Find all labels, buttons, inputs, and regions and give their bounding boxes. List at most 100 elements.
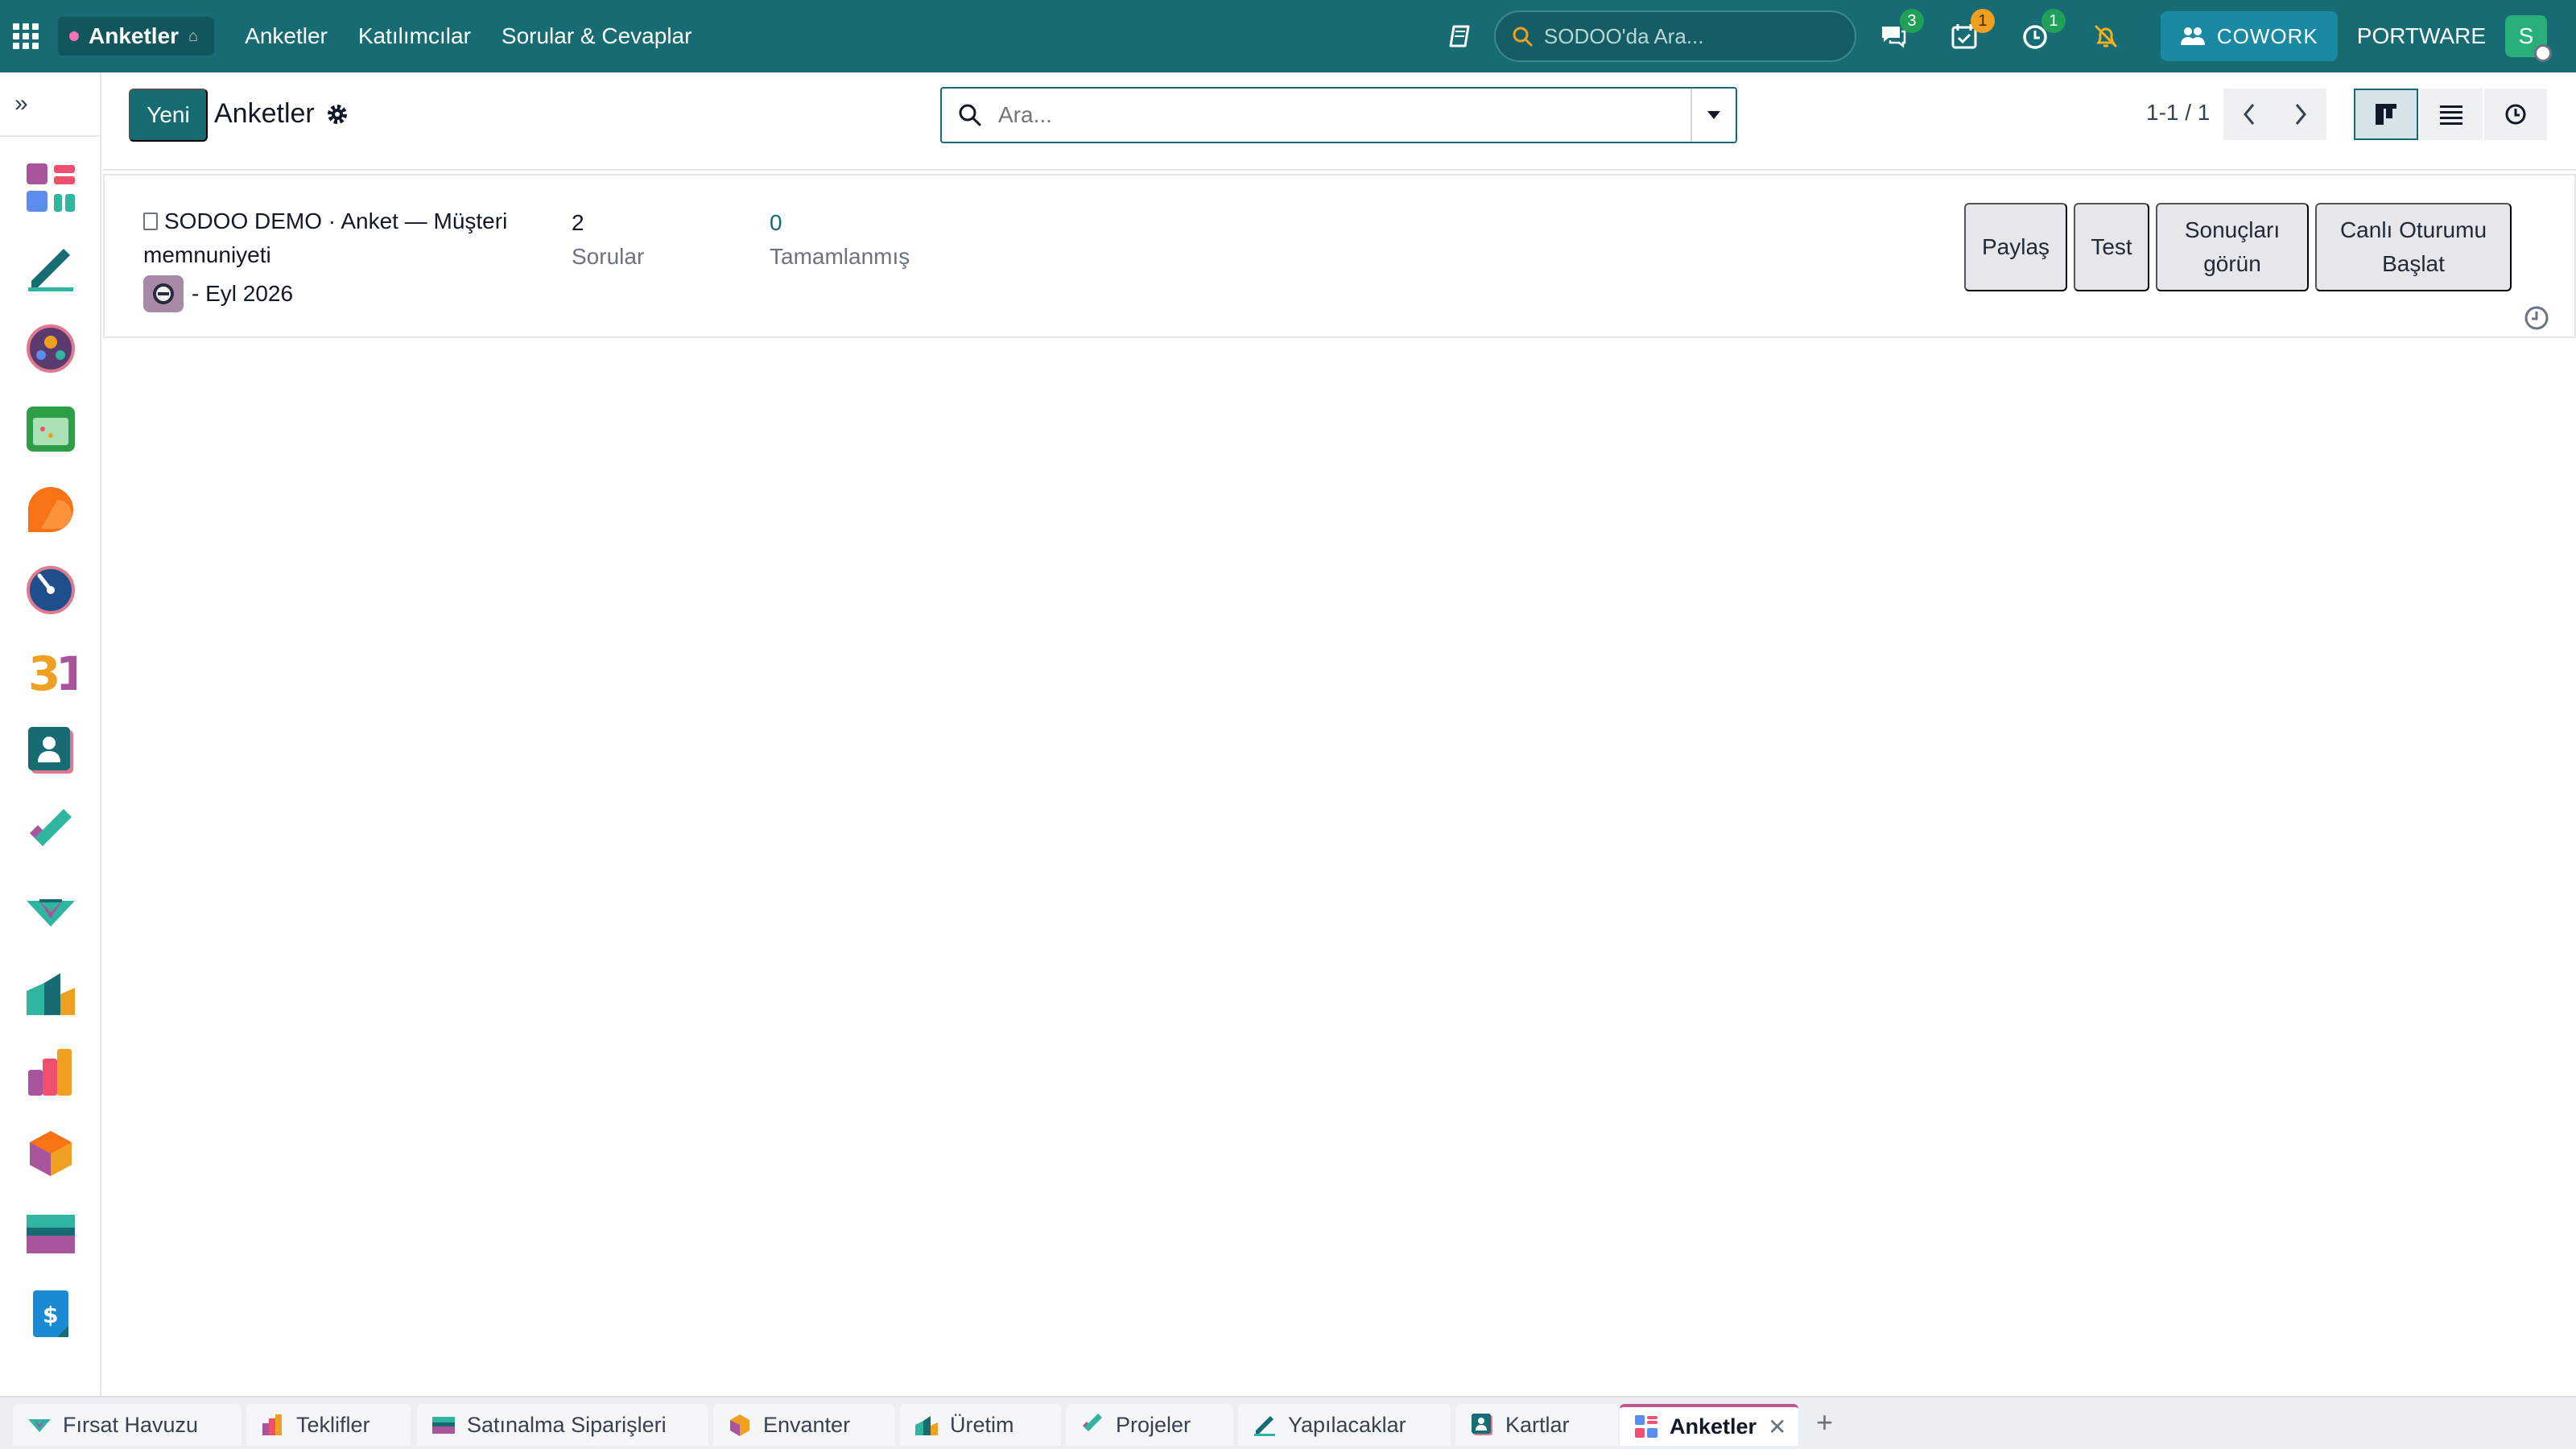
- purchase-icon: [432, 1417, 455, 1434]
- test-button[interactable]: Test: [2074, 203, 2149, 291]
- sidebar-app-calendar-31[interactable]: 31: [23, 642, 79, 699]
- global-search[interactable]: SODOO'da Ara...: [1493, 10, 1856, 62]
- timers-badge: 1: [2041, 9, 2066, 33]
- top-navbar: Anketler ⌂ Anketler Katılımcılar Sorular…: [0, 0, 2576, 72]
- see-results-button[interactable]: Sonuçları görün: [2156, 203, 2309, 291]
- sidebar-app-todo[interactable]: [23, 240, 79, 296]
- discuss-icon: [28, 487, 73, 532]
- inventory-icon: [730, 1414, 749, 1436]
- sidebar-app-sales[interactable]: [23, 1045, 79, 1101]
- questions-label: Sorular: [572, 244, 645, 269]
- responsible-avatar[interactable]: [143, 275, 184, 312]
- sidebar-app-crm[interactable]: [23, 884, 79, 940]
- sidebar-app-purchase[interactable]: [23, 1206, 79, 1262]
- page-title-label: Anketler: [214, 98, 315, 129]
- app-menu-button[interactable]: [0, 0, 52, 72]
- sidebar-expand-button[interactable]: »: [0, 72, 100, 137]
- list-view-button[interactable]: [2418, 89, 2483, 140]
- company-switcher[interactable]: PORTWARE: [2357, 23, 2486, 49]
- activity-clock-icon[interactable]: [2523, 304, 2550, 332]
- tab-manufacturing[interactable]: Üretim: [900, 1404, 1061, 1446]
- timers-button[interactable]: 1: [2019, 9, 2066, 52]
- pager-value[interactable]: 1-1 / 1: [2146, 100, 2210, 126]
- double-chevron-right-icon: »: [14, 90, 28, 117]
- cowork-button[interactable]: COWORK: [2160, 11, 2338, 61]
- tab-crm[interactable]: Fırsat Havuzu: [13, 1404, 242, 1446]
- activity-view-button[interactable]: [2483, 89, 2547, 140]
- user-avatar[interactable]: S: [2505, 15, 2552, 62]
- completed-stat[interactable]: 0 Tamamlanmış: [770, 206, 910, 274]
- project-icon: [1083, 1414, 1102, 1431]
- sidebar-app-surveys[interactable]: [23, 159, 79, 216]
- contacts-icon: [1472, 1414, 1492, 1435]
- gear-icon[interactable]: [326, 103, 349, 126]
- survey-title[interactable]: SODOO DEMO · Anket — Müşteri memnuniyeti: [143, 204, 546, 272]
- todo-icon: [28, 249, 73, 291]
- sidebar-app-members[interactable]: [23, 320, 79, 377]
- kanban-view-button[interactable]: [2354, 89, 2418, 140]
- app-sidebar: » 31 $: [0, 72, 101, 1396]
- messages-button[interactable]: 3: [1877, 9, 1924, 52]
- user-avatar-icon: [153, 283, 174, 304]
- surveys-icon: [27, 163, 75, 212]
- add-tab-icon[interactable]: +: [1816, 1406, 1833, 1439]
- tab-todo[interactable]: Yapılacaklar: [1238, 1404, 1451, 1446]
- checkbox-icon[interactable]: [143, 213, 158, 230]
- current-app-brand[interactable]: Anketler ⌂: [58, 17, 215, 56]
- tab-sales[interactable]: Teklifler: [246, 1404, 411, 1446]
- sidebar-app-inventory[interactable]: [23, 1125, 79, 1182]
- pager-previous-button[interactable]: [2223, 89, 2275, 140]
- sidebar-app-manufacturing[interactable]: [23, 964, 79, 1021]
- search-options-toggle[interactable]: [1690, 89, 1736, 142]
- close-tab-icon[interactable]: ✕: [1768, 1414, 1786, 1440]
- sidebar-app-dashboard[interactable]: [23, 562, 79, 618]
- menu-surveys[interactable]: Anketler: [245, 23, 328, 49]
- kanban-view: SODOO DEMO · Anket — Müşteri memnuniyeti…: [103, 171, 2576, 1396]
- contacts-icon: [28, 727, 73, 774]
- purchase-icon: [27, 1215, 75, 1253]
- inventory-icon: [30, 1131, 72, 1176]
- kanban-record-card[interactable]: SODOO DEMO · Anket — Müşteri memnuniyeti…: [103, 174, 2576, 338]
- sidebar-app-contacts[interactable]: [23, 723, 79, 779]
- questions-stat[interactable]: 2 Sorular: [572, 206, 644, 274]
- new-button[interactable]: Yeni: [129, 89, 208, 142]
- share-button[interactable]: Paylaş: [1964, 203, 2067, 291]
- sidebar-app-project[interactable]: [23, 803, 79, 860]
- kanban-icon: [2376, 104, 2396, 125]
- calendar-icon: [27, 407, 75, 452]
- tab-contacts[interactable]: Kartlar: [1455, 1404, 1618, 1446]
- sidebar-app-calendar[interactable]: [23, 401, 79, 457]
- tab-purchase[interactable]: Satınalma Siparişleri: [417, 1404, 708, 1446]
- todo-icon: [1254, 1416, 1275, 1436]
- sidebar-app-discuss[interactable]: [23, 481, 79, 538]
- tab-label: Anketler: [1670, 1414, 1757, 1439]
- notifications-muted-button[interactable]: [2090, 20, 2122, 52]
- user-initial: S: [2518, 23, 2534, 48]
- project-icon: [30, 809, 72, 846]
- tab-project[interactable]: Projeler: [1066, 1404, 1233, 1446]
- activities-button[interactable]: 1: [1948, 9, 1995, 52]
- tab-label: Yapılacaklar: [1288, 1412, 1406, 1437]
- tab-inventory[interactable]: Envanter: [713, 1404, 895, 1446]
- tab-label: Satınalma Siparişleri: [467, 1412, 667, 1437]
- tab-surveys[interactable]: Anketler ✕: [1620, 1404, 1798, 1446]
- tab-label: Envanter: [763, 1412, 851, 1437]
- documentation-icon[interactable]: [1447, 23, 1473, 49]
- tab-label: Kartlar: [1505, 1412, 1570, 1437]
- survey-title-text: SODOO DEMO · Anket — Müşteri memnuniyeti: [143, 208, 508, 267]
- manufacturing-icon: [27, 973, 75, 1015]
- crm-icon: [28, 1419, 51, 1432]
- menu-questions-answers[interactable]: Sorular & Cevaplar: [502, 23, 692, 49]
- list-icon: [2440, 105, 2462, 125]
- svg-text:1: 1: [56, 646, 76, 696]
- menu-participants[interactable]: Katılımcılar: [358, 23, 471, 49]
- search-input[interactable]: [998, 102, 1690, 128]
- brand-label: Anketler: [89, 23, 180, 48]
- sales-icon: [262, 1414, 282, 1435]
- pager-next-button[interactable]: [2275, 89, 2326, 140]
- sales-icon: [28, 1049, 72, 1096]
- caret-down-icon: [1707, 111, 1720, 119]
- sidebar-app-invoicing[interactable]: $: [23, 1286, 79, 1343]
- start-live-session-button[interactable]: Canlı Oturumu Başlat: [2315, 203, 2512, 291]
- manufacturing-icon: [915, 1416, 938, 1435]
